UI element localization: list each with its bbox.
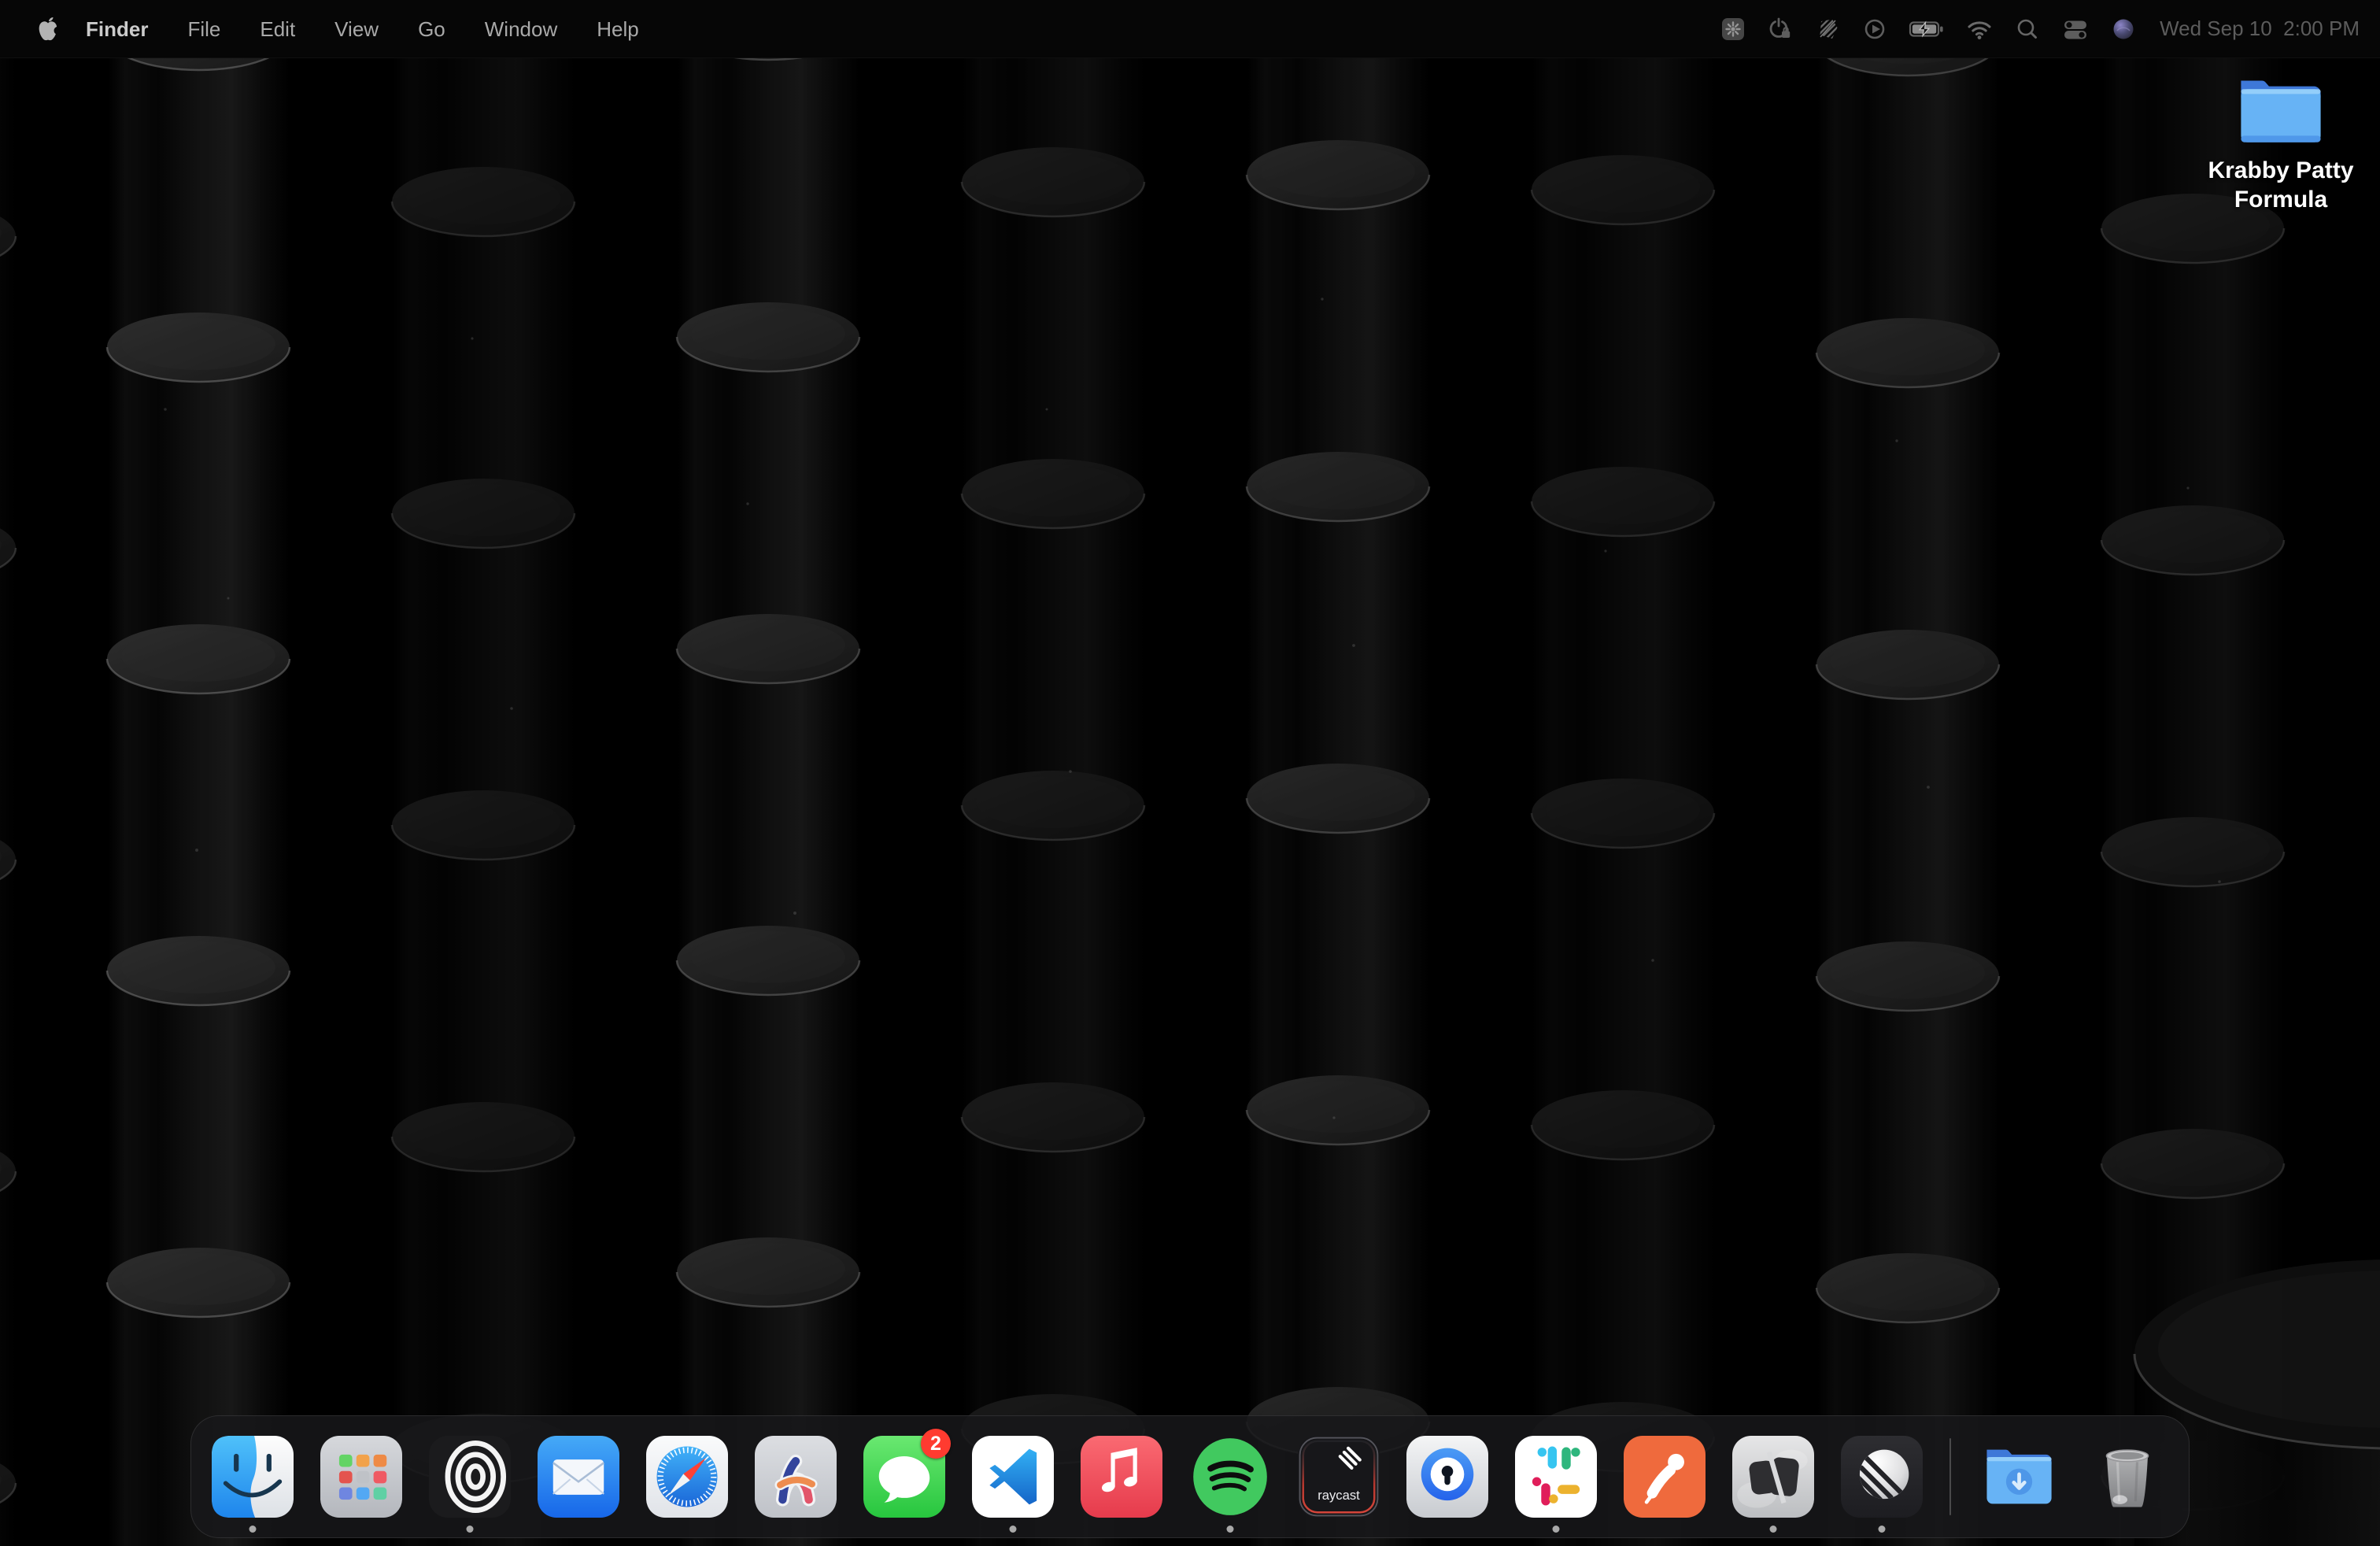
dock-music-icon[interactable] xyxy=(1081,1436,1162,1518)
dock-launchpad-icon[interactable] xyxy=(320,1436,402,1518)
power-lock-menubar-icon[interactable] xyxy=(1757,16,1804,43)
menu-app-name[interactable]: Finder xyxy=(66,0,168,58)
running-indicator xyxy=(1227,1526,1234,1533)
dock-glyph-app-icon[interactable] xyxy=(1732,1436,1814,1518)
dock-linear-icon[interactable] xyxy=(1841,1436,1923,1518)
menu-bar-left: Finder File Edit View Go Window Help xyxy=(30,0,659,58)
dock: 2 xyxy=(190,1415,2190,1538)
messages-badge: 2 xyxy=(921,1429,951,1459)
menu-edit[interactable]: Edit xyxy=(240,0,315,58)
spotlight-search-menubar-icon[interactable] xyxy=(2004,16,2051,43)
menu-bar-status: Wed Sep 10 2:00 PM xyxy=(1709,16,2367,43)
menu-file[interactable]: File xyxy=(168,0,240,58)
wallpaper xyxy=(0,0,2380,1546)
dock-slack-icon[interactable] xyxy=(1515,1436,1597,1518)
control-center-menubar-icon[interactable] xyxy=(2051,16,2100,43)
apple-menu-icon[interactable] xyxy=(30,15,66,43)
menu-window[interactable]: Window xyxy=(465,0,577,58)
dock-separator xyxy=(1949,1438,1951,1515)
running-indicator xyxy=(1879,1526,1886,1533)
dock-messages-icon[interactable]: 2 xyxy=(863,1436,945,1518)
dock-1password-icon[interactable] xyxy=(1406,1436,1488,1518)
dock-raycast-icon[interactable]: raycast xyxy=(1298,1436,1380,1518)
dock-downloads-folder-icon[interactable] xyxy=(1978,1436,2060,1518)
dock-mail-icon[interactable] xyxy=(538,1436,619,1518)
wifi-menubar-icon[interactable] xyxy=(1955,16,2004,43)
siri-menubar-icon[interactable] xyxy=(2100,16,2147,43)
dock-arc-icon[interactable] xyxy=(755,1436,837,1518)
dock-trash-icon[interactable] xyxy=(2086,1436,2168,1518)
raycast-label: raycast xyxy=(1318,1488,1360,1503)
menu-view[interactable]: View xyxy=(315,0,398,58)
running-indicator xyxy=(249,1526,257,1533)
running-indicator xyxy=(1010,1526,1017,1533)
dock-spotify-icon[interactable] xyxy=(1189,1436,1271,1518)
desktop-screen: Finder File Edit View Go Window Help xyxy=(0,0,2380,1546)
desktop-folder-label: Krabby Patty Formula xyxy=(2208,156,2353,214)
burst-menubar-icon[interactable] xyxy=(1709,16,1757,43)
dock-postman-icon[interactable] xyxy=(1624,1436,1706,1518)
menu-bar: Finder File Edit View Go Window Help xyxy=(0,0,2380,58)
running-indicator xyxy=(1553,1526,1560,1533)
menu-go[interactable]: Go xyxy=(398,0,465,58)
running-indicator xyxy=(467,1526,474,1533)
dock-vscode-icon[interactable] xyxy=(972,1436,1054,1518)
battery-charging-menubar-icon[interactable] xyxy=(1898,16,1955,43)
dock-safari-icon[interactable] xyxy=(646,1436,728,1518)
dock-rings-app-icon[interactable] xyxy=(429,1436,511,1518)
dock-finder-icon[interactable] xyxy=(212,1436,294,1518)
running-indicator xyxy=(1770,1526,1777,1533)
menu-help[interactable]: Help xyxy=(577,0,658,58)
now-playing-menubar-icon[interactable] xyxy=(1851,16,1898,43)
hatched-menubar-icon[interactable] xyxy=(1804,16,1851,43)
menubar-clock[interactable]: Wed Sep 10 2:00 PM xyxy=(2147,17,2367,41)
desktop-folder-krabby-patty[interactable]: Krabby Patty Formula xyxy=(2194,69,2367,214)
